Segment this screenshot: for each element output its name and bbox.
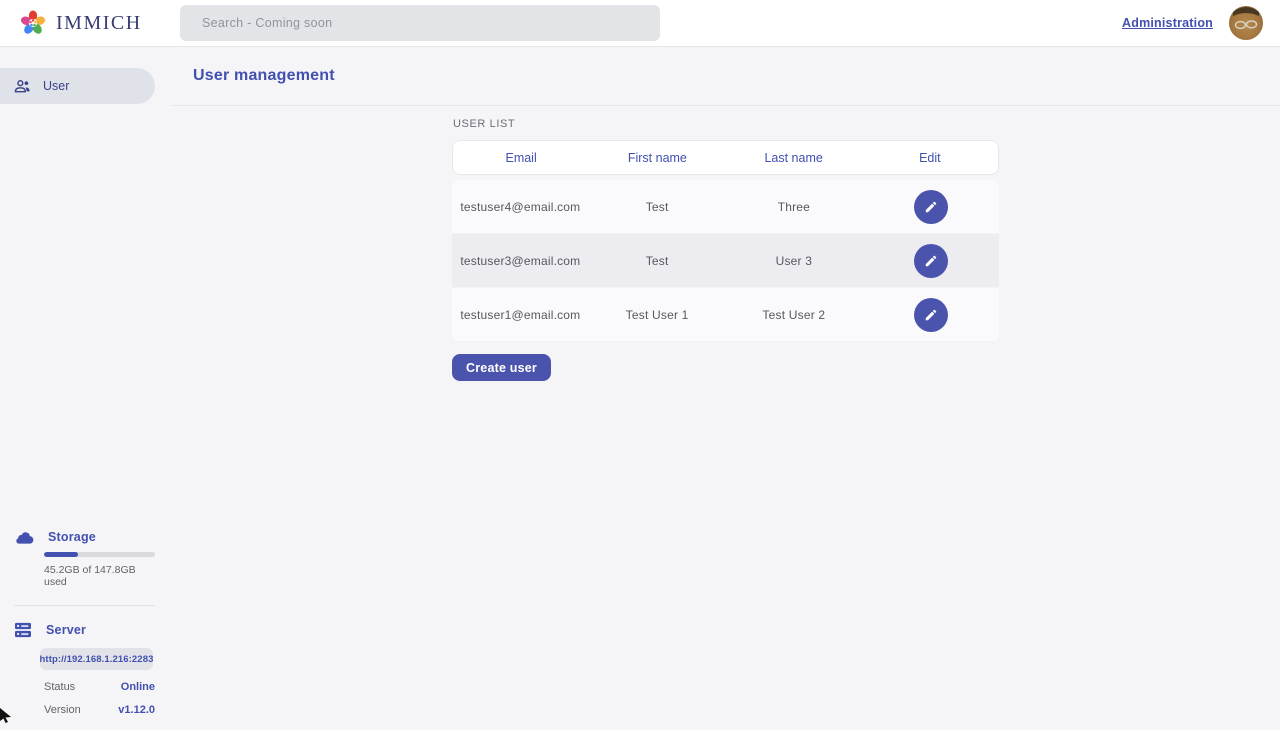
users-icon bbox=[14, 79, 31, 93]
sidebar: User Storage 45.2GB of 147.8GB used bbox=[0, 47, 171, 730]
server-url: http://192.168.1.216:2283 bbox=[40, 654, 154, 665]
sidebar-divider bbox=[14, 605, 155, 606]
edit-user-button[interactable] bbox=[914, 244, 948, 278]
user-avatar[interactable] bbox=[1229, 6, 1263, 40]
pencil-icon bbox=[924, 254, 938, 268]
table-row: testuser4@email.com Test Three bbox=[452, 180, 999, 234]
avatar-photo bbox=[1229, 6, 1263, 40]
storage-section: Storage 45.2GB of 147.8GB used bbox=[14, 530, 155, 588]
storage-usage-text: 45.2GB of 147.8GB used bbox=[44, 564, 155, 588]
search-input[interactable] bbox=[180, 5, 660, 41]
column-header: Last name bbox=[726, 151, 862, 165]
cell-last-name: Test User 2 bbox=[726, 308, 863, 322]
immich-logo-icon bbox=[18, 8, 48, 38]
search-bar bbox=[180, 5, 660, 41]
brand-name: IMMICH bbox=[56, 12, 142, 35]
edit-user-button[interactable] bbox=[914, 298, 948, 332]
sidebar-item-label: User bbox=[43, 79, 69, 93]
pencil-icon bbox=[924, 308, 938, 322]
server-version-value: v1.12.0 bbox=[118, 704, 155, 716]
server-title: Server bbox=[46, 623, 86, 637]
top-navigation-bar: IMMICH Administration bbox=[0, 0, 1280, 47]
storage-progress-fill bbox=[44, 552, 78, 557]
cell-first-name: Test User 1 bbox=[589, 308, 726, 322]
sidebar-item-user[interactable]: User bbox=[0, 68, 155, 104]
administration-link[interactable]: Administration bbox=[1122, 16, 1213, 30]
page-title-bar: User management bbox=[171, 47, 1280, 106]
cell-first-name: Test bbox=[589, 200, 726, 214]
server-status-value: Online bbox=[121, 681, 155, 693]
cell-first-name: Test bbox=[589, 254, 726, 268]
storage-progress-bar bbox=[44, 552, 155, 557]
main-content: User management USER LIST Email First na… bbox=[171, 47, 1280, 730]
column-header: Email bbox=[453, 151, 589, 165]
cell-email: testuser3@email.com bbox=[452, 254, 589, 268]
storage-title: Storage bbox=[48, 530, 96, 544]
user-table-header: Email First name Last name Edit bbox=[452, 140, 999, 175]
mouse-cursor bbox=[0, 708, 12, 728]
server-icon bbox=[14, 622, 32, 638]
brand[interactable]: IMMICH bbox=[18, 8, 180, 38]
section-title: USER LIST bbox=[453, 118, 999, 130]
server-url-badge: http://192.168.1.216:2283 bbox=[40, 648, 153, 670]
server-version-label: Version bbox=[44, 704, 81, 716]
column-header: Edit bbox=[862, 151, 998, 165]
cell-last-name: User 3 bbox=[726, 254, 863, 268]
create-user-button[interactable]: Create user bbox=[452, 354, 551, 381]
user-table: testuser4@email.com Test Three bbox=[452, 180, 999, 342]
pencil-icon bbox=[924, 200, 938, 214]
server-section: Server http://192.168.1.216:2283 Status … bbox=[14, 622, 155, 716]
edit-user-button[interactable] bbox=[914, 190, 948, 224]
cell-email: testuser4@email.com bbox=[452, 200, 589, 214]
cell-email: testuser1@email.com bbox=[452, 308, 589, 322]
cell-last-name: Three bbox=[726, 200, 863, 214]
page-title: User management bbox=[193, 67, 335, 85]
cloud-icon bbox=[14, 530, 34, 544]
column-header: First name bbox=[589, 151, 725, 165]
table-row: testuser3@email.com Test User 3 bbox=[452, 234, 999, 288]
server-status-label: Status bbox=[44, 681, 75, 693]
table-row: testuser1@email.com Test User 1 Test Use… bbox=[452, 288, 999, 342]
